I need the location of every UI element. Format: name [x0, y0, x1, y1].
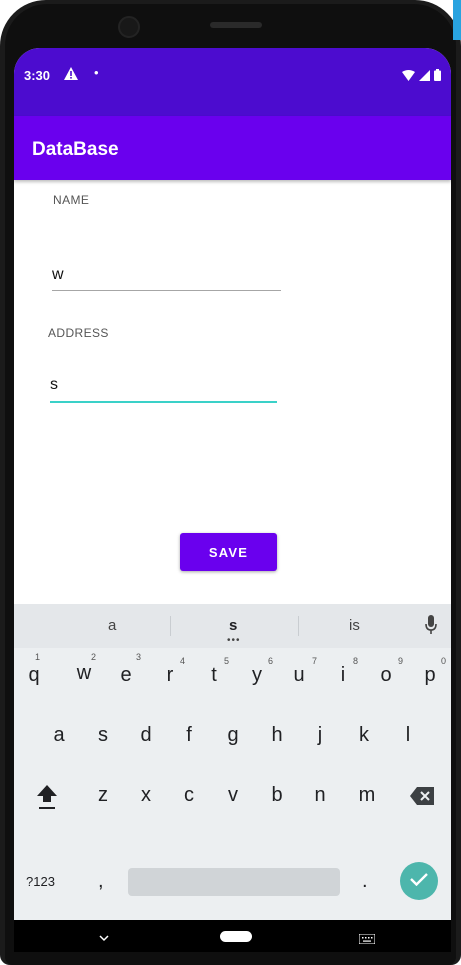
- comma-key[interactable]: ,: [98, 870, 104, 893]
- key-a[interactable]: a: [44, 724, 74, 747]
- key-p[interactable]: p: [415, 664, 445, 687]
- navigation-bar: [14, 920, 451, 952]
- backspace-icon[interactable]: [410, 787, 434, 810]
- check-icon: [410, 872, 428, 891]
- suggestion-right[interactable]: is: [349, 617, 360, 634]
- symbols-key[interactable]: ?123: [26, 874, 55, 889]
- status-bar: 3:30 •: [14, 48, 451, 116]
- key-e[interactable]: e: [111, 664, 141, 687]
- key-d[interactable]: d: [131, 724, 161, 747]
- name-label: NAME: [53, 193, 90, 207]
- key-l[interactable]: l: [393, 724, 423, 747]
- key-h[interactable]: h: [262, 724, 292, 747]
- space-bar[interactable]: [128, 868, 340, 896]
- address-field[interactable]: s: [50, 376, 277, 403]
- key-n[interactable]: n: [305, 784, 335, 807]
- key-q[interactable]: q: [19, 664, 49, 687]
- background-edge: [453, 0, 461, 40]
- key-s[interactable]: s: [88, 724, 118, 747]
- key-j[interactable]: j: [305, 724, 335, 747]
- earpiece-speaker: [210, 22, 262, 28]
- key-m[interactable]: m: [352, 784, 382, 807]
- shift-icon[interactable]: [36, 784, 58, 815]
- suggestion-left[interactable]: a: [108, 617, 116, 634]
- suggestion-center[interactable]: s: [229, 617, 237, 634]
- more-suggestions-icon[interactable]: •••: [227, 635, 241, 646]
- status-icons: [402, 68, 441, 86]
- key-f[interactable]: f: [174, 724, 204, 747]
- hint-1: 1: [35, 652, 41, 662]
- key-r[interactable]: r: [155, 664, 185, 687]
- name-value: w: [52, 266, 64, 283]
- key-k[interactable]: k: [349, 724, 379, 747]
- key-z[interactable]: z: [88, 784, 118, 807]
- wifi-icon: [402, 68, 415, 86]
- key-g[interactable]: g: [218, 724, 248, 747]
- status-time: 3:30: [24, 68, 51, 83]
- enter-key[interactable]: [400, 862, 438, 900]
- signal-icon: [419, 68, 430, 86]
- key-u[interactable]: u: [284, 664, 314, 687]
- key-t[interactable]: t: [199, 664, 229, 687]
- nav-back-icon[interactable]: [98, 929, 110, 947]
- key-c[interactable]: c: [174, 784, 204, 807]
- save-button[interactable]: SAVE: [180, 533, 277, 571]
- key-b[interactable]: b: [262, 784, 292, 807]
- mic-icon[interactable]: [425, 615, 437, 640]
- battery-icon: [434, 68, 441, 86]
- key-w[interactable]: w: [69, 662, 99, 685]
- suggestion-divider: [298, 616, 299, 636]
- front-camera: [118, 16, 140, 38]
- device-screen: 3:30 • DataBase NAME w ADDRESS s SAVE a …: [14, 48, 451, 952]
- name-field-underline: [52, 290, 281, 291]
- address-label: ADDRESS: [48, 326, 109, 340]
- hint-2: 2: [91, 652, 97, 662]
- notification-dot-icon: •: [94, 65, 99, 80]
- keyboard-icon[interactable]: [358, 931, 376, 949]
- warning-icon: [64, 67, 78, 83]
- app-bar: DataBase: [14, 116, 451, 180]
- address-value: s: [50, 376, 58, 393]
- key-o[interactable]: o: [371, 664, 401, 687]
- key-v[interactable]: v: [218, 784, 248, 807]
- key-i[interactable]: i: [328, 664, 358, 687]
- address-field-underline: [50, 401, 277, 403]
- nav-home-pill[interactable]: [220, 931, 252, 942]
- key-x[interactable]: x: [131, 784, 161, 807]
- app-title: DataBase: [32, 139, 119, 160]
- suggestion-divider: [170, 616, 171, 636]
- period-key[interactable]: .: [362, 870, 368, 893]
- suggestion-strip: a s ••• is: [14, 604, 451, 648]
- hint-3: 3: [136, 652, 142, 662]
- key-y[interactable]: y: [242, 664, 272, 687]
- name-field[interactable]: w: [52, 266, 281, 291]
- soft-keyboard: a s ••• is 1 2 3 4 5 6 7 8 9 0 q w e r t…: [14, 604, 451, 920]
